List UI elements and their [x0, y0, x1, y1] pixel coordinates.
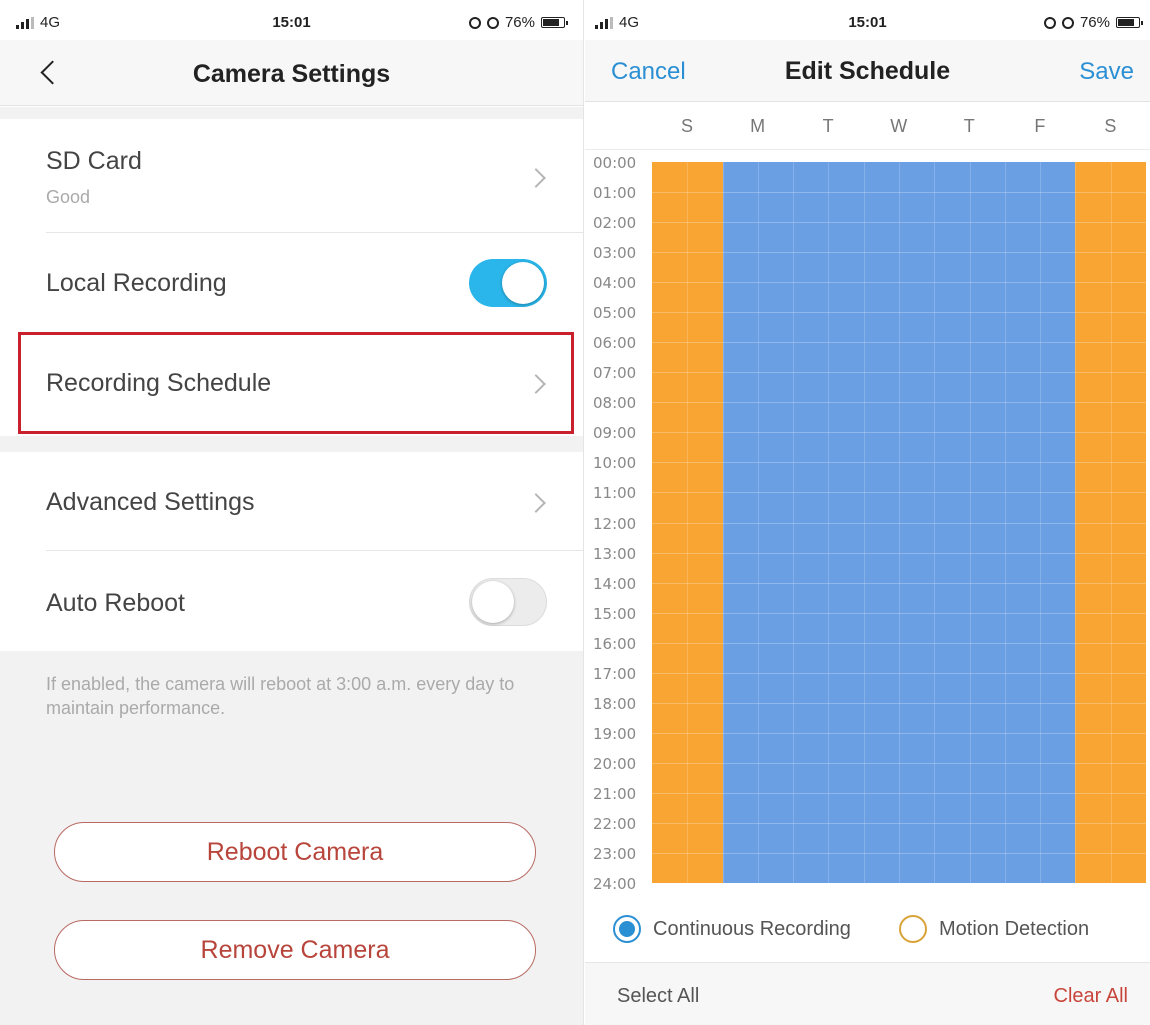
- half-column-gridline: [687, 162, 689, 883]
- weekday-label: S: [1104, 116, 1117, 136]
- schedule-footer: Select All Clear All: [585, 962, 1150, 1025]
- local-recording-row: Local Recording: [0, 233, 583, 333]
- weekday-label: M: [750, 116, 766, 136]
- half-column-gridline: [1040, 162, 1042, 883]
- advanced-settings-row[interactable]: Advanced Settings: [0, 452, 583, 550]
- select-all-button[interactable]: Select All: [617, 985, 699, 1008]
- alarm-icon: [1061, 16, 1074, 29]
- weekday-header: SMTWTFS: [585, 102, 1150, 150]
- hour-label: 22:00: [593, 814, 637, 833]
- half-column-gridline: [757, 162, 759, 883]
- hour-label: 12:00: [593, 514, 637, 533]
- half-column-gridline: [722, 162, 724, 883]
- legend-continuous[interactable]: Continuous Recording: [613, 915, 851, 943]
- sd-card-status: Good: [46, 187, 91, 207]
- nav-bar: Cancel Edit Schedule Save: [585, 40, 1150, 102]
- weekday-label: F: [1034, 116, 1046, 136]
- hour-label: 18:00: [593, 694, 637, 713]
- row-title: SD Card: [46, 147, 142, 175]
- sd-card-row[interactable]: SD Card Good: [0, 119, 583, 232]
- hour-label: 14:00: [593, 574, 637, 593]
- battery-icon: [1116, 17, 1143, 28]
- local-recording-toggle[interactable]: [469, 259, 547, 307]
- hour-label: 04:00: [593, 274, 637, 293]
- auto-reboot-hint: If enabled, the camera will reboot at 3:…: [46, 674, 515, 718]
- half-column-gridline: [1004, 162, 1006, 883]
- row-title: Local Recording: [46, 269, 227, 297]
- hour-label: 01:00: [593, 184, 637, 203]
- camera-settings-screen: 4G 15:01 76% Camera Settings SD Card Goo…: [0, 0, 584, 1025]
- hour-label: 21:00: [593, 784, 637, 803]
- page-title: Camera Settings: [192, 60, 391, 88]
- legend-motion[interactable]: Motion Detection: [899, 915, 1089, 943]
- hour-label: 06:00: [593, 334, 637, 353]
- half-column-gridline: [899, 162, 900, 883]
- hour-label: 07:00: [593, 364, 637, 383]
- radio-selected-icon: [613, 915, 641, 943]
- hour-label: 05:00: [593, 304, 637, 323]
- half-column-gridline: [1110, 162, 1112, 883]
- orientation-lock-icon: [1043, 16, 1056, 29]
- hour-label: 17:00: [593, 664, 637, 683]
- page-title: Edit Schedule: [784, 57, 951, 85]
- auto-reboot-row: Auto Reboot: [0, 551, 583, 651]
- weekday-label: T: [822, 116, 834, 136]
- highlight-box: [18, 332, 574, 434]
- weekday-label: W: [890, 116, 908, 136]
- orientation-lock-icon: [468, 16, 481, 29]
- toggle-knob: [472, 581, 514, 623]
- save-button[interactable]: Save: [1079, 58, 1134, 86]
- status-bar: 4G 15:01 76%: [0, 0, 583, 40]
- battery-percent: 76%: [1079, 14, 1110, 31]
- remove-camera-button[interactable]: Remove Camera: [54, 920, 536, 980]
- hour-label: 13:00: [593, 544, 637, 563]
- section-gap: [0, 107, 583, 119]
- half-column-gridline: [1075, 162, 1077, 883]
- hour-label: 24:00: [593, 875, 637, 893]
- weekday-label: T: [963, 116, 975, 136]
- row-title: Auto Reboot: [46, 589, 185, 617]
- clear-all-button[interactable]: Clear All: [1054, 985, 1128, 1008]
- hour-label: 00:00: [593, 154, 637, 172]
- section-gap: [0, 436, 583, 452]
- chevron-right-icon: [526, 493, 546, 513]
- status-bar: 4G 15:01 76%: [585, 0, 1150, 40]
- battery-icon: [541, 17, 568, 28]
- alarm-icon: [486, 16, 499, 29]
- hour-label: 23:00: [593, 844, 637, 863]
- hour-label: 16:00: [593, 634, 637, 653]
- battery-percent: 76%: [504, 14, 535, 31]
- half-column-gridline: [793, 162, 795, 883]
- auto-reboot-toggle[interactable]: [469, 578, 547, 626]
- row-title: Advanced Settings: [46, 488, 255, 516]
- schedule-grid[interactable]: [652, 162, 1147, 883]
- half-column-gridline: [969, 162, 971, 883]
- hour-label: 19:00: [593, 724, 637, 743]
- hour-label: 11:00: [593, 484, 637, 503]
- hour-label: 02:00: [593, 214, 637, 233]
- toggle-knob: [502, 262, 544, 304]
- chevron-right-icon: [526, 168, 546, 188]
- hour-label: 15:00: [593, 604, 637, 623]
- reboot-camera-button[interactable]: Reboot Camera: [54, 822, 536, 882]
- hour-label: 09:00: [593, 424, 637, 443]
- hour-label: 03:00: [593, 244, 637, 263]
- hour-label: 20:00: [593, 754, 637, 773]
- radio-unselected-icon: [899, 915, 927, 943]
- nav-bar: Camera Settings: [0, 40, 583, 106]
- edit-schedule-screen: 4G 15:01 76% Cancel Edit Schedule Save S…: [585, 0, 1150, 1025]
- half-column-gridline: [863, 162, 865, 883]
- hour-label: 08:00: [593, 394, 637, 413]
- half-column-gridline: [828, 162, 830, 883]
- weekday-label: S: [680, 116, 693, 136]
- legend-continuous-label: Continuous Recording: [653, 917, 851, 940]
- legend-motion-label: Motion Detection: [939, 917, 1090, 940]
- hour-label: 10:00: [593, 454, 637, 473]
- half-column-gridline: [934, 162, 936, 883]
